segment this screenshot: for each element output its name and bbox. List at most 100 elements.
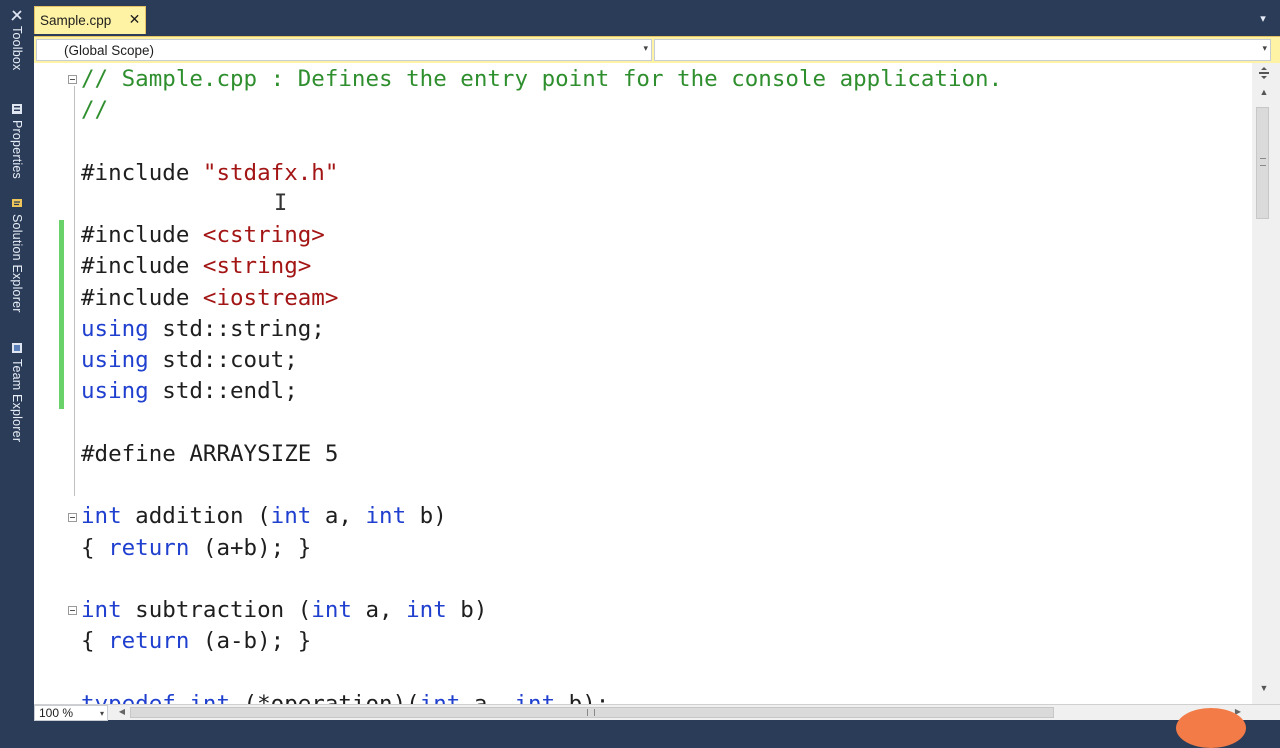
- team-explorer-icon: [10, 341, 24, 355]
- vertical-scrollbar[interactable]: ▲ ▼: [1252, 63, 1280, 704]
- code-token: a,: [351, 597, 407, 623]
- scroll-thumb[interactable]: [1256, 107, 1269, 219]
- rail-item-team-explorer[interactable]: Team Explorer: [4, 341, 30, 442]
- rail-item-solution-explorer[interactable]: Solution Explorer: [4, 196, 30, 313]
- code-token: //: [81, 97, 109, 123]
- code-line: #include <string>: [81, 251, 311, 282]
- code-token: std::cout;: [148, 347, 298, 373]
- code-token: typedef: [81, 691, 176, 704]
- code-token: int: [81, 597, 122, 623]
- scroll-left-icon[interactable]: ◀: [116, 706, 128, 718]
- code-line: using std::string;: [81, 314, 325, 345]
- code-token: #include: [81, 285, 203, 311]
- code-token: (*operation)(: [230, 691, 420, 704]
- horizontal-scroll-thumb[interactable]: [130, 707, 1054, 718]
- collapse-icon[interactable]: [68, 606, 77, 615]
- code-editor[interactable]: // Sample.cpp : Defines the entry point …: [34, 63, 1252, 704]
- code-token: // Sample.cpp : Defines the entry point …: [81, 66, 1003, 92]
- code-token: int: [270, 503, 312, 529]
- scroll-up-icon[interactable]: ▲: [1258, 87, 1270, 99]
- code-token: <string>: [202, 253, 312, 279]
- code-token: {: [81, 535, 109, 561]
- code-line: #include <iostream>: [81, 283, 338, 314]
- code-token: int: [189, 691, 231, 704]
- collapse-icon[interactable]: [68, 75, 77, 84]
- code-token: #include: [81, 222, 203, 248]
- code-token: (a-b); }: [189, 628, 312, 654]
- code-token: (a+b); }: [189, 535, 312, 561]
- zoom-dropdown[interactable]: 100 % ▾: [34, 705, 108, 721]
- close-icon[interactable]: ✕: [127, 12, 142, 27]
- scope-dropdown[interactable]: (Global Scope) ▾: [36, 39, 652, 61]
- code-token: <iostream>: [202, 285, 339, 311]
- code-token: using: [81, 378, 149, 404]
- code-token: int: [81, 503, 122, 529]
- rail-item-toolbox[interactable]: Toolbox: [4, 8, 30, 71]
- code-token: std::string;: [148, 316, 325, 342]
- chevron-down-icon: ▾: [1262, 43, 1267, 53]
- tab-sample-cpp[interactable]: Sample.cpp ✕: [34, 6, 146, 34]
- code-token: {: [81, 628, 109, 654]
- rail-item-properties[interactable]: Properties: [4, 102, 30, 179]
- code-line: int addition (int a, int b): [81, 501, 447, 532]
- code-token: return: [108, 628, 190, 654]
- code-token: #define: [81, 441, 190, 467]
- navigation-bar: (Global Scope) ▾ ▾: [34, 36, 1280, 63]
- code-line: //: [81, 95, 108, 126]
- rail-label-team-explorer: Team Explorer: [10, 359, 24, 443]
- change-tracking-bar: [59, 220, 64, 409]
- code-line: #include <cstring>: [81, 220, 325, 251]
- code-token: <cstring>: [202, 222, 325, 248]
- code-line: // Sample.cpp : Defines the entry point …: [81, 64, 1002, 95]
- grip-icon: [1260, 158, 1266, 166]
- code-token: b): [446, 597, 488, 623]
- code-line: using std::endl;: [81, 376, 298, 407]
- chevron-down-icon[interactable]: ▾: [1256, 12, 1270, 25]
- chevron-down-icon: ▾: [643, 43, 648, 53]
- code-line: { return (a+b); }: [81, 533, 311, 564]
- chevron-down-icon: ▾: [99, 709, 104, 718]
- toolbox-icon: [10, 8, 24, 22]
- code-token: std::endl;: [148, 378, 298, 404]
- collapse-icon[interactable]: [68, 513, 77, 522]
- code-token: ARRAYSIZE 5: [189, 441, 339, 467]
- code-token: b): [406, 503, 447, 529]
- code-token: int: [419, 691, 461, 704]
- tab-title: Sample.cpp: [40, 13, 112, 28]
- code-token: #include: [81, 253, 203, 279]
- editor-bottom-bar: 100 % ▾ ◀ ▶: [34, 704, 1280, 721]
- code-token: return: [108, 535, 190, 561]
- split-handle-icon[interactable]: [1257, 66, 1271, 80]
- zoom-value: 100 %: [39, 706, 74, 720]
- properties-icon: [10, 102, 24, 116]
- code-token: #include: [81, 160, 203, 186]
- corner-badge: [1176, 708, 1246, 748]
- code-token: int: [311, 597, 352, 623]
- rail-label-properties: Properties: [10, 120, 24, 179]
- code-token: using: [81, 347, 149, 373]
- code-token: subtraction (: [121, 597, 312, 623]
- text-cursor-icon: I: [274, 191, 288, 216]
- member-dropdown[interactable]: ▾: [654, 39, 1271, 61]
- scope-dropdown-value: (Global Scope): [64, 43, 155, 58]
- code-token: int: [514, 691, 556, 704]
- code-line: int subtraction (int a, int b): [81, 595, 487, 626]
- scroll-down-icon[interactable]: ▼: [1258, 683, 1270, 695]
- code-line: typedef int (*operation)(int a, int b);: [81, 689, 609, 704]
- code-line: using std::cout;: [81, 345, 298, 376]
- code-token: a,: [460, 691, 515, 704]
- code-token: "stdafx.h": [202, 160, 339, 186]
- solution-explorer-icon: [10, 196, 24, 210]
- code-token: using: [81, 316, 149, 342]
- code-token: int: [365, 503, 407, 529]
- code-token: a,: [311, 503, 366, 529]
- document-tab-strip: Sample.cpp ✕ ▾: [34, 0, 1280, 36]
- tool-window-rail: Toolbox Properties Solution Explorer Tea…: [0, 0, 34, 720]
- code-line: #include "stdafx.h": [81, 158, 338, 189]
- code-line: #define ARRAYSIZE 5: [81, 439, 338, 470]
- rail-label-solution-explorer: Solution Explorer: [10, 214, 24, 313]
- rail-label-toolbox: Toolbox: [10, 26, 24, 71]
- code-token: addition (: [121, 503, 271, 529]
- code-token: int: [406, 597, 447, 623]
